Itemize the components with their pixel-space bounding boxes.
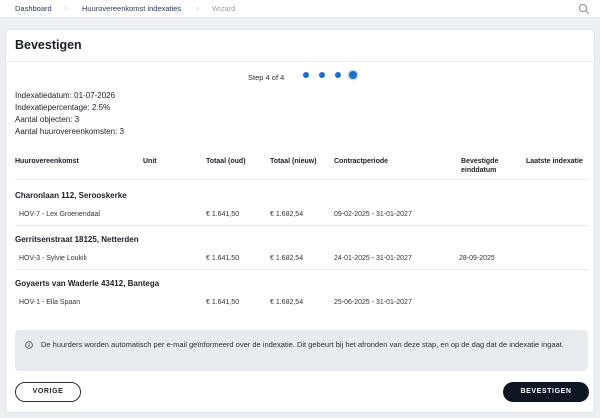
- info-icon: [25, 341, 33, 349]
- cell-total-old: € 1.641,50: [206, 299, 240, 306]
- cell-confirmed-end: 28-09-2025: [459, 255, 495, 262]
- breadcrumb-indexaties[interactable]: Huurovereenkomst indexaties: [82, 4, 181, 13]
- confirm-card: Bevestigen Step 4 of 4 Indexatiedatum: 0…: [6, 30, 594, 412]
- summary-index-date: Indexatiedatum: 01-07-2026: [15, 91, 116, 100]
- confirm-button[interactable]: BEVESTIGEN: [503, 382, 589, 402]
- search-icon[interactable]: [578, 3, 590, 15]
- column-header-total-old: Totaal (oud): [206, 158, 246, 165]
- table-header-divider: [15, 179, 588, 180]
- cell-total-new: € 1.682,54: [270, 255, 304, 262]
- object-group-title: Gerritsenstraat 18125, Netterden: [15, 235, 139, 244]
- divider: [6, 61, 594, 62]
- column-header-unit: Unit: [143, 158, 157, 165]
- breadcrumb-separator-icon: ›: [196, 3, 199, 13]
- previous-button[interactable]: VORIGE: [15, 382, 81, 402]
- group-divider: [15, 225, 588, 226]
- column-header-last-index: Laatste indexatie: [526, 158, 583, 165]
- object-group-title: Charonlaan 112, Serooskerke: [15, 191, 127, 200]
- column-header-total-new: Totaal (nieuw): [270, 158, 317, 165]
- breadcrumb-dashboard[interactable]: Dashboard: [15, 4, 52, 13]
- cell-total-new: € 1.682,54: [270, 211, 304, 218]
- info-notice: De huurders worden automatisch per e-mai…: [15, 330, 588, 371]
- column-header-period: Contractperiode: [334, 158, 389, 165]
- breadcrumb-separator-icon: ›: [64, 3, 67, 13]
- cell-contract: HOV-7 - Lex Groenendaal: [19, 211, 100, 218]
- step-dot-1: [303, 72, 309, 78]
- cell-total-old: € 1.641,50: [206, 211, 240, 218]
- column-header-contract: Huurovereenkomst: [15, 158, 79, 165]
- summary-index-percentage: Indexatiepercentage: 2.5%: [15, 103, 111, 112]
- step-indicator-label: Step 4 of 4: [248, 73, 285, 82]
- cell-period: 09-02-2025 - 31-01-2027: [334, 211, 412, 218]
- summary-object-count: Aantal objecten: 3: [15, 115, 80, 124]
- cell-total-old: € 1.641,50: [206, 255, 240, 262]
- step-dot-4: [349, 71, 357, 79]
- notice-text: De huurders worden automatisch per e-mai…: [41, 340, 564, 349]
- group-divider: [15, 269, 588, 270]
- cell-period: 24-01-2025 - 31-01-2027: [334, 255, 412, 262]
- top-bar: Dashboard › Huurovereenkomst indexaties …: [0, 0, 600, 18]
- cell-contract: HOV-3 - Sylvie Loukili: [19, 255, 87, 262]
- cell-period: 25-06-2025 - 31-01-2027: [334, 299, 412, 306]
- summary-contract-count: Aantal huurovereenkomsten: 3: [15, 127, 124, 136]
- cell-contract: HOV-1 - Ella Spaan: [19, 299, 81, 306]
- step-dot-3: [335, 72, 341, 78]
- column-header-confirmed-end: Bevestigde einddatum: [461, 158, 499, 174]
- step-dot-2: [319, 72, 325, 78]
- breadcrumb-wizard: Wizard: [212, 4, 236, 13]
- cell-total-new: € 1.682,54: [270, 299, 304, 306]
- page-title: Bevestigen: [15, 38, 82, 52]
- object-group-title: Goyaerts van Waderle 43412, Bantega: [15, 279, 160, 288]
